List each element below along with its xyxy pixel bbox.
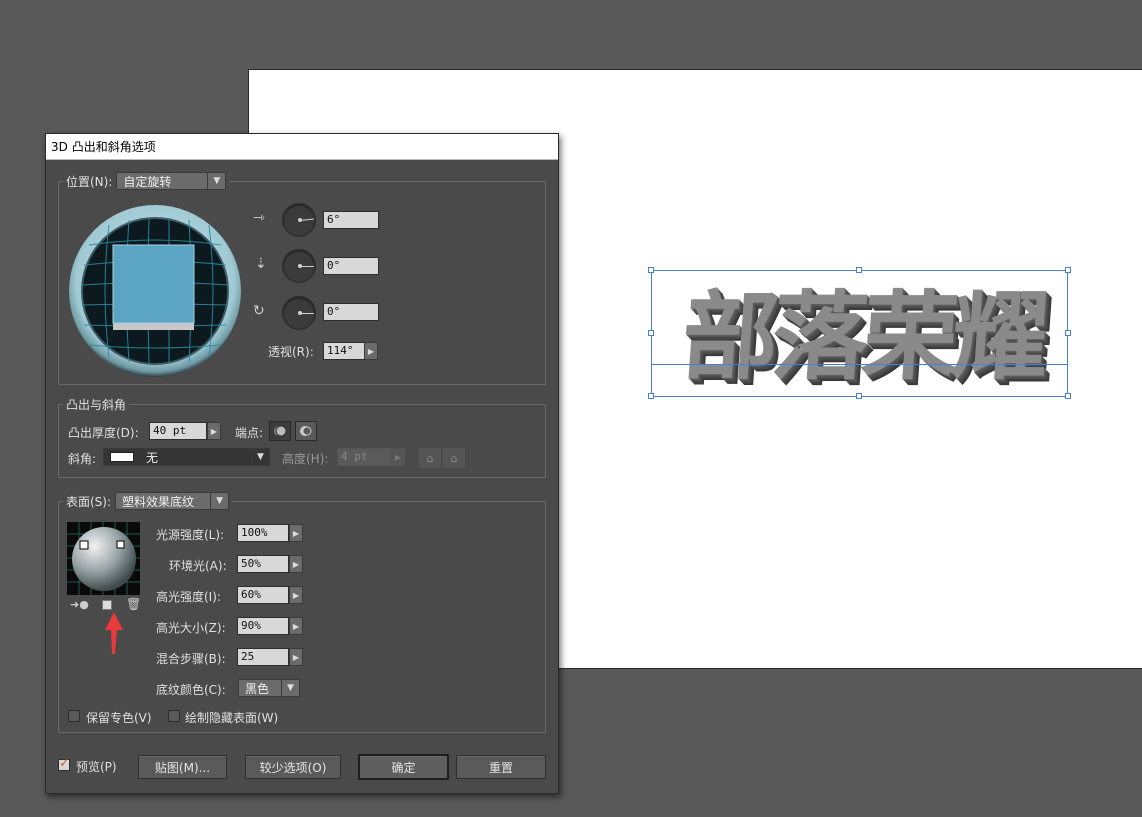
preview-checkbox[interactable] — [58, 756, 70, 771]
annotation-arrow — [105, 612, 123, 654]
extrude-depth-label: 凸出厚度(D): — [68, 426, 139, 440]
bevel-dropdown[interactable]: 无 ▼ — [103, 448, 270, 466]
extrude-depth-field[interactable]: 40 pt — [149, 422, 207, 440]
preserve-spot-label[interactable]: 保留专色(V) — [86, 709, 152, 726]
highlight-intensity-label: 高光强度(I): — [156, 590, 221, 604]
selection-handle-bm[interactable] — [856, 393, 862, 399]
chevron-down-icon: ▼ — [210, 493, 228, 509]
draw-hidden-checkbox[interactable] — [168, 710, 180, 722]
bevel-value: 无 — [146, 450, 159, 465]
z-rotation-dial[interactable] — [282, 296, 316, 330]
blend-steps-label: 混合步骤(B): — [156, 652, 226, 666]
cap-label: 端点: — [235, 426, 264, 440]
reset-button[interactable]: 重置 — [456, 755, 546, 779]
z-axis-rotate-icon: ↻ — [253, 303, 265, 319]
selection-handle-br[interactable] — [1065, 393, 1071, 399]
light-intensity-slider-button[interactable]: ▶ — [289, 524, 303, 542]
ambient-light-slider-button[interactable]: ▶ — [289, 555, 303, 573]
position-legend: 位置(N): 自定旋转 ▼ — [63, 172, 230, 190]
track-cube-graphic — [81, 217, 229, 365]
lighting-sphere-graphic — [67, 522, 140, 595]
selection-baseline — [651, 364, 1068, 365]
selection-handle-tl[interactable] — [648, 267, 654, 273]
position-preset-value: 自定旋转 — [123, 174, 172, 189]
3d-extrude-bevel-dialog: 3D 凸出和斜角选项 位置(N): 自定旋转 ▼ ⇾ 6° ⇣ 0° ↻ 0° — [45, 133, 559, 794]
selection-handle-mr[interactable] — [1065, 330, 1071, 336]
delete-light-icon[interactable]: 🗑 — [126, 597, 141, 611]
selection-handle-ml[interactable] — [648, 330, 654, 336]
surface-label: 表面(S): — [66, 494, 112, 509]
move-light-back-icon[interactable]: ➜● — [70, 598, 89, 611]
position-label: 位置(N): — [66, 174, 113, 189]
highlight-size-field[interactable]: 90% — [237, 617, 289, 635]
fewer-options-button[interactable]: 较少选项(O) — [245, 755, 341, 779]
perspective-label: 透视(R): — [268, 345, 314, 359]
highlight-size-slider-button[interactable]: ▶ — [289, 617, 303, 635]
bevel-height-field[interactable]: 4 pt — [337, 448, 391, 466]
bevel-height-label: 高度(H): — [282, 452, 329, 466]
cap-on-button[interactable] — [269, 421, 291, 441]
z-rotation-field[interactable]: 0° — [323, 303, 379, 321]
light-intensity-label: 光源强度(L): — [156, 528, 225, 542]
bevel-out-button[interactable]: ⌂ — [419, 448, 441, 468]
x-rotation-dial[interactable] — [282, 203, 316, 237]
dialog-title[interactable]: 3D 凸出和斜角选项 — [46, 134, 558, 160]
extrude-depth-slider-button[interactable]: ▶ — [207, 422, 221, 440]
lighting-sphere-preview[interactable] — [67, 522, 140, 595]
highlight-intensity-field[interactable]: 60% — [237, 586, 289, 604]
new-light-icon[interactable] — [102, 600, 112, 610]
y-rotation-field[interactable]: 0° — [323, 257, 379, 275]
bevel-out-icon: ⌂ — [426, 451, 434, 465]
chevron-down-icon: ▼ — [281, 680, 299, 696]
y-axis-rotate-icon: ⇣ — [255, 256, 267, 272]
selection-handle-tr[interactable] — [1065, 267, 1071, 273]
cap-off-icon — [300, 426, 312, 436]
chevron-down-icon: ▼ — [207, 173, 225, 189]
highlight-intensity-slider-button[interactable]: ▶ — [289, 586, 303, 604]
cap-off-button[interactable] — [295, 421, 317, 441]
ambient-light-field[interactable]: 50% — [237, 555, 289, 573]
blend-steps-slider-button[interactable]: ▶ — [289, 648, 303, 666]
bevel-height-slider-button[interactable]: ▶ — [391, 448, 405, 466]
highlight-size-label: 高光大小(Z): — [156, 621, 226, 635]
chevron-down-icon: ▼ — [251, 449, 269, 465]
rotation-track-cube[interactable] — [69, 205, 241, 377]
surface-legend: 表面(S): 塑料效果底纹 ▼ — [63, 492, 233, 510]
selection-bounding-box[interactable] — [651, 270, 1068, 397]
preview-label[interactable]: 预览(P) — [76, 758, 117, 775]
surface-type-value: 塑料效果底纹 — [122, 494, 195, 509]
bevel-label: 斜角: — [68, 452, 97, 466]
extrude-bevel-legend: 凸出与斜角 — [63, 396, 130, 413]
bevel-in-icon: ⌂ — [450, 451, 458, 465]
bevel-in-button[interactable]: ⌂ — [443, 448, 465, 468]
preserve-spot-checkbox[interactable] — [68, 710, 80, 722]
position-preset-dropdown[interactable]: 自定旋转 ▼ — [116, 172, 227, 190]
draw-hidden-label[interactable]: 绘制隐藏表面(W) — [185, 709, 278, 726]
surface-type-dropdown[interactable]: 塑料效果底纹 ▼ — [115, 492, 230, 510]
cap-on-icon — [274, 425, 287, 437]
x-axis-rotate-icon: ⇾ — [253, 210, 265, 226]
perspective-field[interactable]: 114° — [323, 342, 365, 360]
shade-color-dropdown[interactable]: 黑色 ▼ — [238, 679, 300, 697]
selection-handle-bl[interactable] — [648, 393, 654, 399]
blend-steps-field[interactable]: 25 — [237, 648, 289, 666]
shade-color-value: 黑色 — [245, 681, 270, 696]
ok-button[interactable]: 确定 — [358, 754, 449, 780]
bevel-swatch — [110, 452, 134, 462]
selection-handle-tm[interactable] — [856, 267, 862, 273]
map-art-button[interactable]: 贴图(M)... — [138, 755, 227, 779]
x-rotation-field[interactable]: 6° — [323, 211, 379, 229]
ambient-light-label: 环境光(A): — [169, 559, 227, 573]
shade-color-label: 底纹颜色(C): — [156, 683, 226, 697]
y-rotation-dial[interactable] — [282, 249, 316, 283]
perspective-slider-button[interactable]: ▶ — [364, 342, 378, 360]
light-intensity-field[interactable]: 100% — [237, 524, 289, 542]
